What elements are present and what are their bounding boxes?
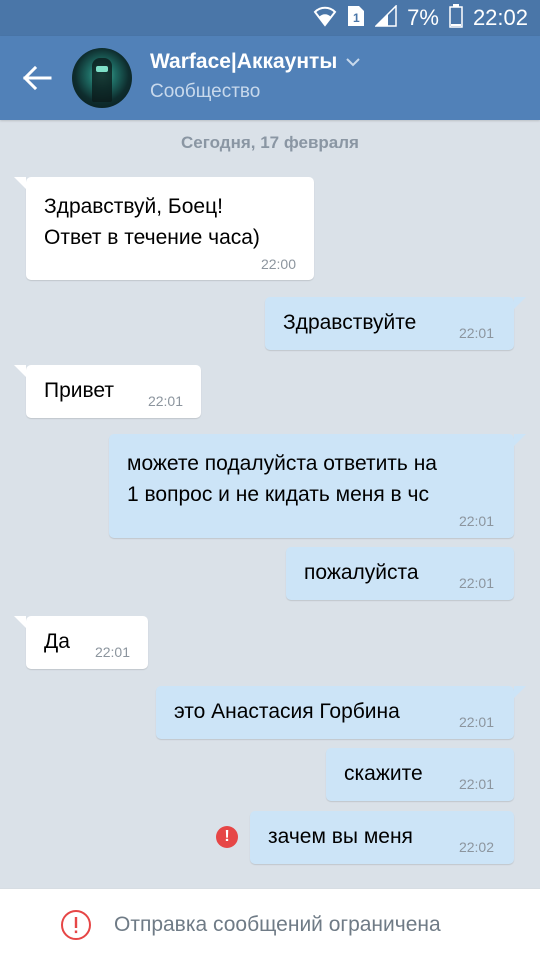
message-time: 22:01 [458, 776, 494, 792]
message-outgoing[interactable]: Здравствуйте 22:01 [265, 297, 526, 350]
message-text: 1 вопрос и не кидать меня в чс [127, 483, 429, 506]
message-time: 22:01 [147, 393, 183, 409]
message-text: Ответ в течение часа) [44, 226, 260, 249]
status-bar: 1 7% 22:02 [0, 0, 540, 36]
message-time: 22:01 [94, 644, 130, 660]
composer-disabled-bar: Отправка сообщений ограничена [0, 888, 540, 961]
message-incoming[interactable]: Да 22:01 [14, 616, 148, 669]
arrow-left-icon [22, 65, 52, 91]
chat-title[interactable]: Warface|Аккаунты [150, 50, 361, 74]
status-icons: 1 7% 22:02 [313, 3, 528, 33]
signal-icon [374, 3, 397, 32]
restriction-notice: Отправка сообщений ограничена [114, 913, 441, 936]
message-outgoing[interactable]: это Анастасия Горбина 22:01 [156, 686, 526, 739]
message-incoming[interactable]: Привет 22:01 [14, 365, 201, 418]
message-incoming[interactable]: Здравствуй, Боец! Ответ в течение часа) … [14, 177, 314, 280]
wifi-icon [313, 5, 337, 32]
message-time: 22:00 [260, 256, 296, 272]
message-time: 22:01 [458, 513, 494, 529]
chat-header: Warface|Аккаунты Сообщество [0, 36, 540, 120]
avatar[interactable] [72, 48, 132, 108]
chevron-down-icon [346, 58, 360, 67]
message-time: 22:02 [458, 839, 494, 855]
message-time: 22:01 [458, 714, 494, 730]
message-text: это Анастасия Горбина [174, 700, 400, 723]
send-error-icon[interactable]: ! [216, 826, 238, 848]
sim-icon: 1 [347, 5, 365, 32]
message-outgoing[interactable]: можете подалуйста ответить на 1 вопрос и… [109, 434, 526, 538]
back-button[interactable] [22, 65, 52, 91]
battery-icon [449, 3, 463, 33]
message-outgoing[interactable]: пожалуйста 22:01 [286, 547, 514, 600]
svg-text:1: 1 [353, 11, 360, 25]
message-outgoing-failed[interactable]: зачем вы меня 22:02 [250, 811, 514, 864]
message-outgoing[interactable]: скажите 22:01 [326, 748, 514, 801]
community-name: Warface|Аккаунты [150, 50, 338, 73]
exclamation-circle-outline-icon [61, 910, 91, 940]
battery-percent: 7% [407, 5, 439, 30]
message-time: 22:01 [458, 575, 494, 591]
message-text: Здравствуй, Боец! [44, 195, 223, 218]
message-text: можете подалуйста ответить на [127, 452, 437, 475]
clock: 22:02 [472, 5, 528, 30]
message-time: 22:01 [458, 325, 494, 341]
chat-subtitle: Сообщество [150, 81, 261, 102]
date-separator: Сегодня, 17 февраля [181, 133, 359, 152]
